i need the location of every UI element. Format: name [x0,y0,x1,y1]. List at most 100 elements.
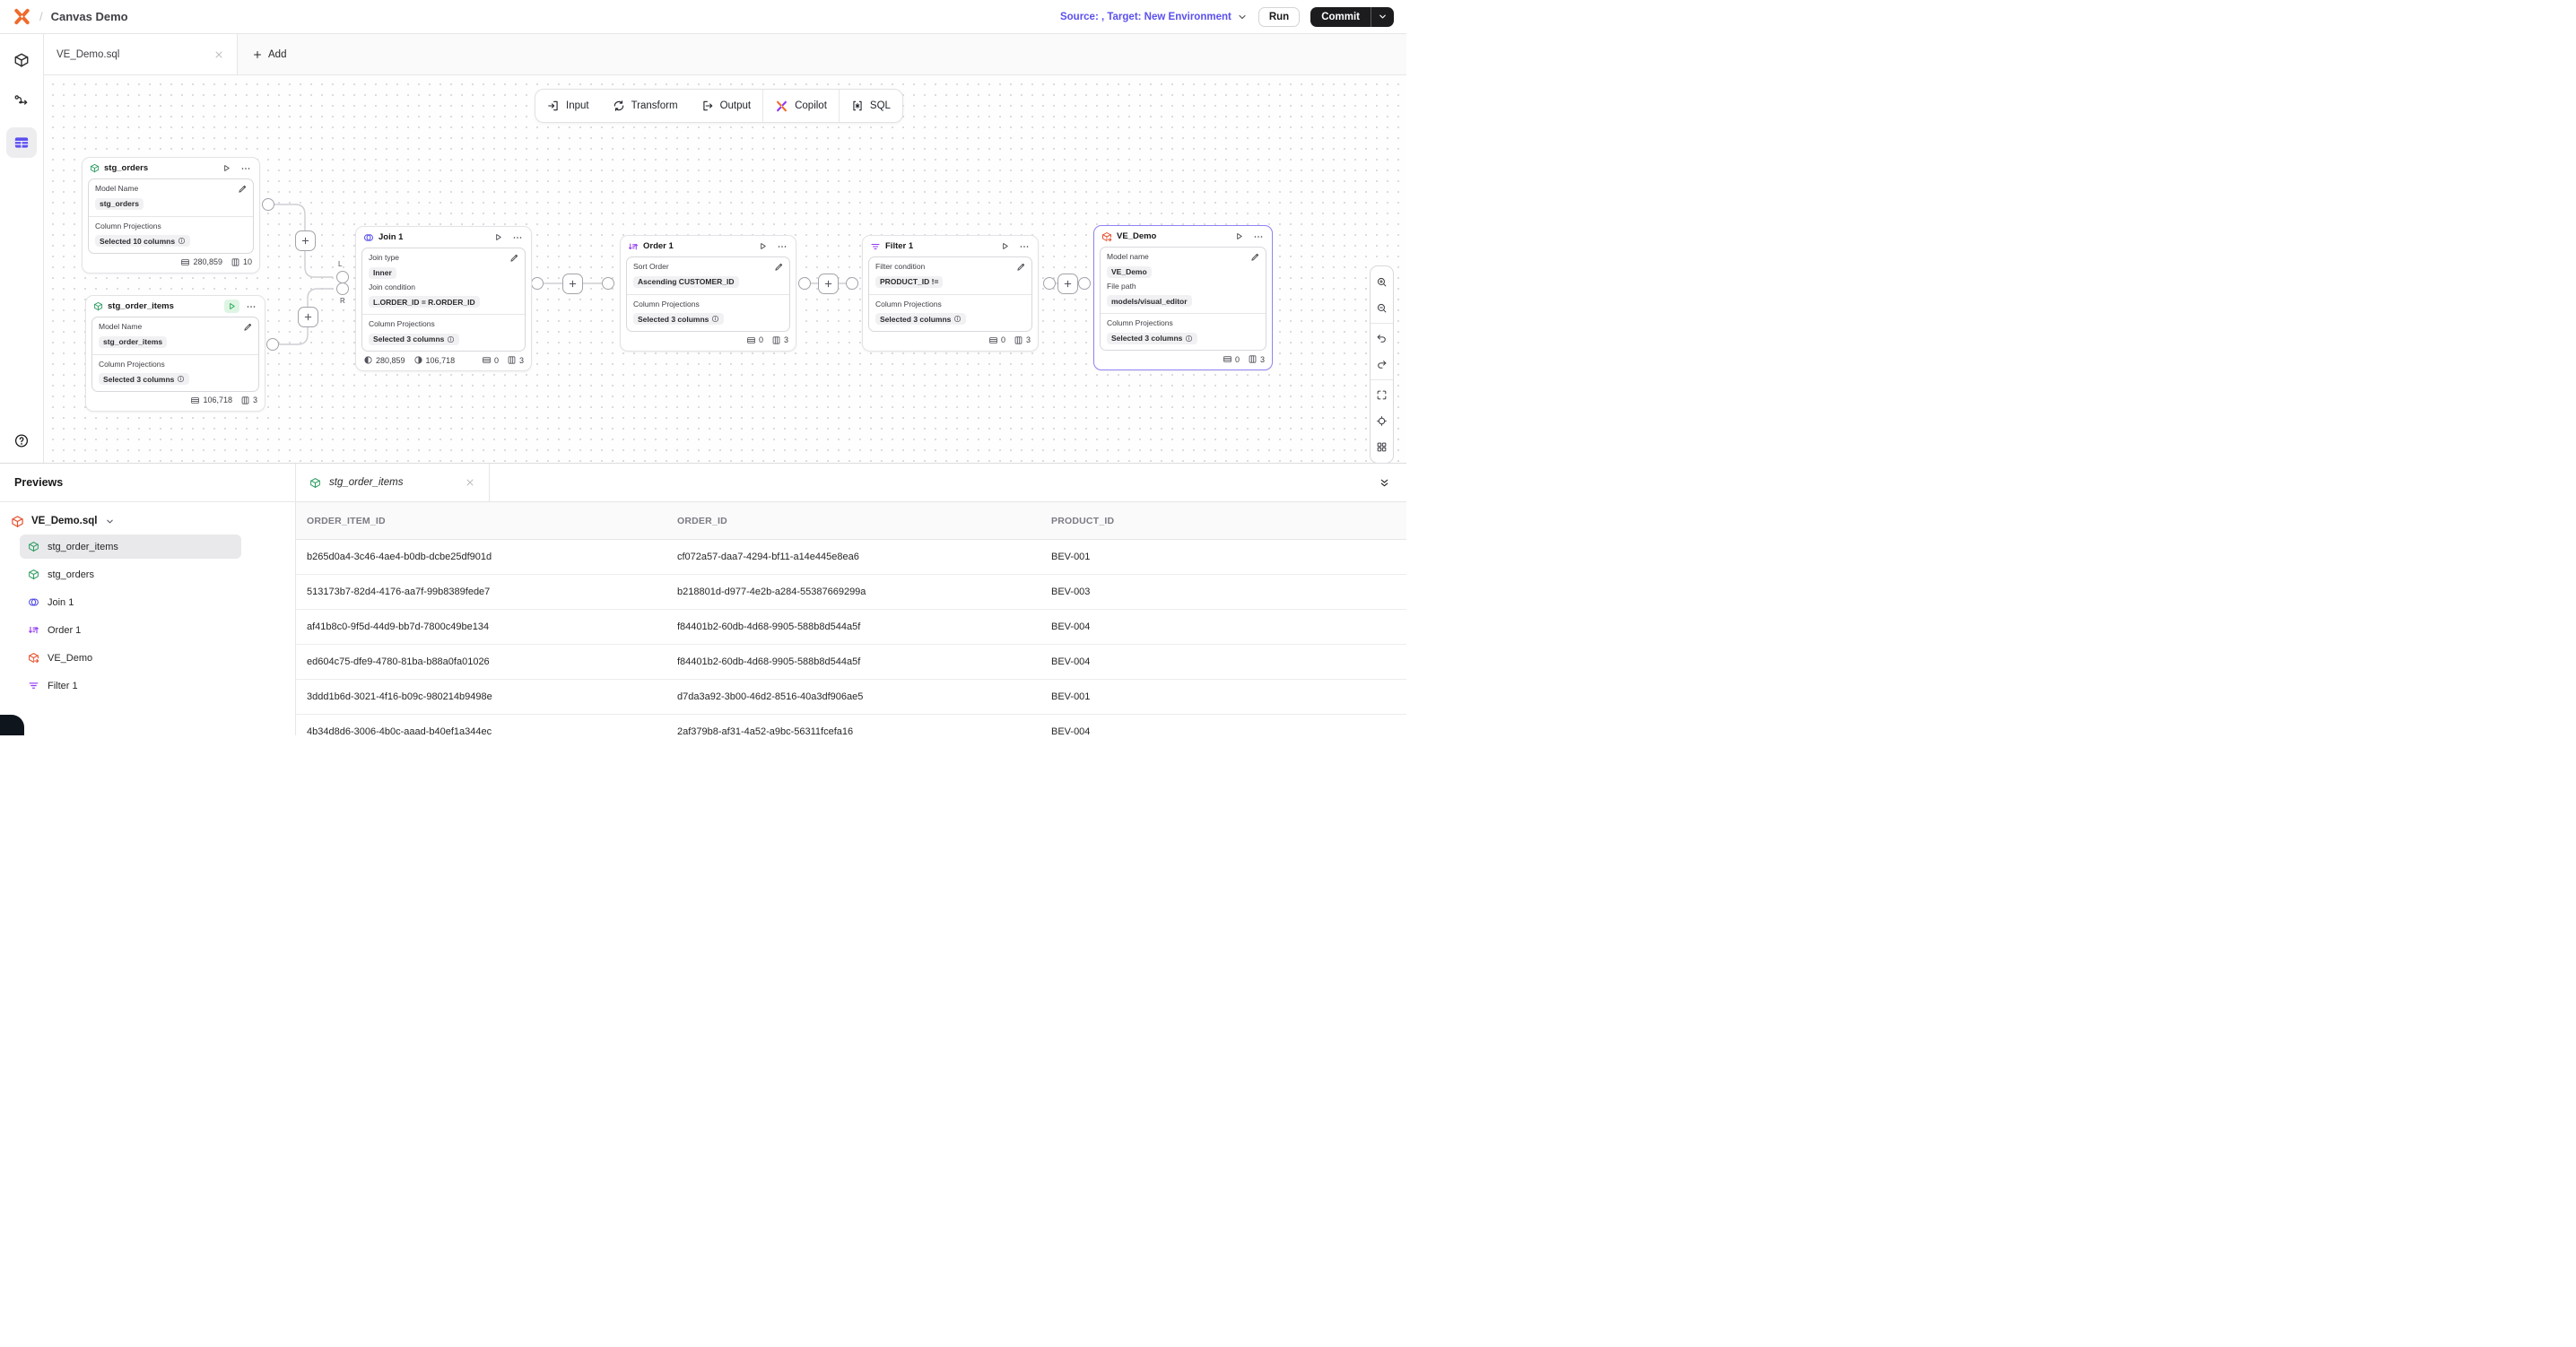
run-node-button[interactable] [755,239,770,253]
toolbar-input-button[interactable]: Input [535,90,601,122]
card-divider [89,216,253,217]
output-port-filter[interactable] [1043,277,1056,290]
info-icon[interactable] [178,237,186,245]
paradime-logo-icon[interactable] [13,7,31,26]
edit-icon[interactable] [1250,252,1260,262]
commit-button-label[interactable]: Commit [1310,7,1371,27]
cell-product-id: BEV-004 [1051,656,1406,667]
ellipsis-icon [512,232,523,243]
info-icon[interactable] [711,315,719,323]
node-menu-button[interactable] [239,161,252,175]
sidebar-item-models[interactable] [6,45,37,75]
close-icon[interactable] [465,477,475,488]
output-port-order[interactable] [798,277,811,290]
pipeline-canvas[interactable]: Input Transform Output [44,75,1406,463]
input-port-filter[interactable] [846,277,858,290]
chevron-down-icon[interactable] [105,517,115,526]
cell-order-id: 2af379b8-af31-4a52-a9bc-56311fcefa16 [677,726,1051,735]
zoom-in-icon [1376,276,1388,288]
info-icon[interactable] [953,315,962,323]
commit-dropdown-button[interactable] [1371,7,1394,27]
center-canvas-button[interactable] [1371,408,1393,434]
node-menu-button[interactable] [1017,239,1031,253]
redo-button[interactable] [1371,352,1393,378]
column-count-stat: 3 [240,395,257,405]
add-tab-button[interactable]: Add [238,34,300,74]
node-menu-button[interactable] [510,230,524,244]
run-node-button[interactable] [219,161,234,175]
undo-button[interactable] [1371,326,1393,352]
toolbar-copilot-button[interactable]: Copilot [763,90,839,122]
zoom-out-button[interactable] [1371,295,1393,321]
input-port-join-left[interactable] [336,271,349,283]
tree-item-stg-order-items[interactable]: stg_order_items [20,534,241,559]
tree-item-join-1[interactable]: Join 1 [20,590,241,614]
half-left-circle-icon [363,355,373,365]
edit-icon[interactable] [238,184,248,194]
edit-icon[interactable] [1016,262,1026,272]
tree-item-filter-1[interactable]: Filter 1 [20,674,241,698]
tab-ve-demo-sql[interactable]: VE_Demo.sql [44,34,238,74]
preview-tab-stg-order-items[interactable]: stg_order_items [296,464,490,501]
run-node-button[interactable] [224,300,239,313]
help-button[interactable] [14,433,30,448]
add-node-on-edge-button[interactable] [562,274,583,294]
auto-layout-button[interactable] [1371,434,1393,460]
node-menu-button[interactable] [775,239,788,253]
collapse-panel-button[interactable] [1379,477,1390,489]
info-icon[interactable] [1185,335,1193,343]
run-node-button[interactable] [1231,230,1247,243]
toolbar-transform-button[interactable]: Transform [601,90,690,122]
fit-view-button[interactable] [1371,382,1393,408]
toolbar-output-button[interactable]: Output [690,90,763,122]
input-port-join-right[interactable] [336,282,349,295]
add-node-on-edge-button[interactable] [295,230,316,251]
sort-order-icon [628,241,639,252]
output-port-join[interactable] [531,277,544,290]
sidebar-item-canvas[interactable] [6,127,37,158]
environment-selector[interactable]: Source: , Target: New Environment [1060,12,1248,22]
edit-icon[interactable] [509,253,519,263]
right-input-rows-stat: 106,718 [413,355,456,365]
node-stg-orders[interactable]: stg_orders Model Name stg_orders Column … [82,157,260,274]
tree-item-order-1[interactable]: Order 1 [20,618,241,642]
input-port-order[interactable] [602,277,614,290]
column-header: PRODUCT_ID [1051,516,1406,526]
preview-table: ORDER_ITEM_ID ORDER_ID PRODUCT_ID b265d0… [296,502,1406,735]
toolbar-sql-button[interactable]: SQL [840,90,902,122]
node-ve-demo[interactable]: VE_Demo Model name VE_Demo File path mod… [1093,225,1273,370]
add-node-on-edge-button[interactable] [298,307,318,327]
edit-icon[interactable] [243,322,253,332]
chat-widget-corner[interactable] [0,715,24,735]
tree-item-ve-demo[interactable]: VE_Demo [20,646,241,670]
output-port-stg-orders[interactable] [262,198,274,211]
node-filter-1[interactable]: Filter 1 Filter condition PRODUCT_ID != … [862,235,1039,352]
tree-root-ve-demo-sql[interactable]: VE_Demo.sql [11,509,295,533]
run-button[interactable]: Run [1258,7,1300,27]
input-port-ve-demo[interactable] [1078,277,1091,290]
cell-order-id: d7da3a92-3b00-46d2-8516-40a3df906ae5 [677,691,1051,702]
tree-item-stg-orders[interactable]: stg_orders [20,562,241,587]
node-menu-button[interactable] [1251,230,1265,243]
run-node-button[interactable] [491,230,506,244]
node-menu-button[interactable] [244,300,257,313]
sidebar-item-lineage[interactable] [6,86,37,117]
node-order-1[interactable]: Order 1 Sort Order Ascending CUSTOMER_ID… [620,235,796,352]
output-port-stg-order-items[interactable] [266,338,279,351]
add-node-on-edge-button[interactable] [1057,274,1078,294]
edit-icon[interactable] [774,262,784,272]
zoom-in-button[interactable] [1371,269,1393,295]
info-icon[interactable] [177,375,185,383]
field-value-pill: Selected 3 columns [875,313,966,325]
canvas-view-toolbar [1370,265,1394,463]
pencil-icon [774,262,784,272]
run-node-button[interactable] [997,239,1013,253]
add-node-on-edge-button[interactable] [818,274,839,294]
node-stg-order-items[interactable]: stg_order_items Model Name stg_order_ite… [85,295,265,412]
join-venn-icon [363,232,374,243]
commit-split-button[interactable]: Commit [1310,7,1394,27]
node-join-1[interactable]: Join 1 Join type Inner Join condition L.… [355,226,532,371]
close-icon[interactable] [213,49,224,60]
info-icon[interactable] [447,335,455,343]
canvas-node-toolbar: Input Transform Output [535,89,903,123]
